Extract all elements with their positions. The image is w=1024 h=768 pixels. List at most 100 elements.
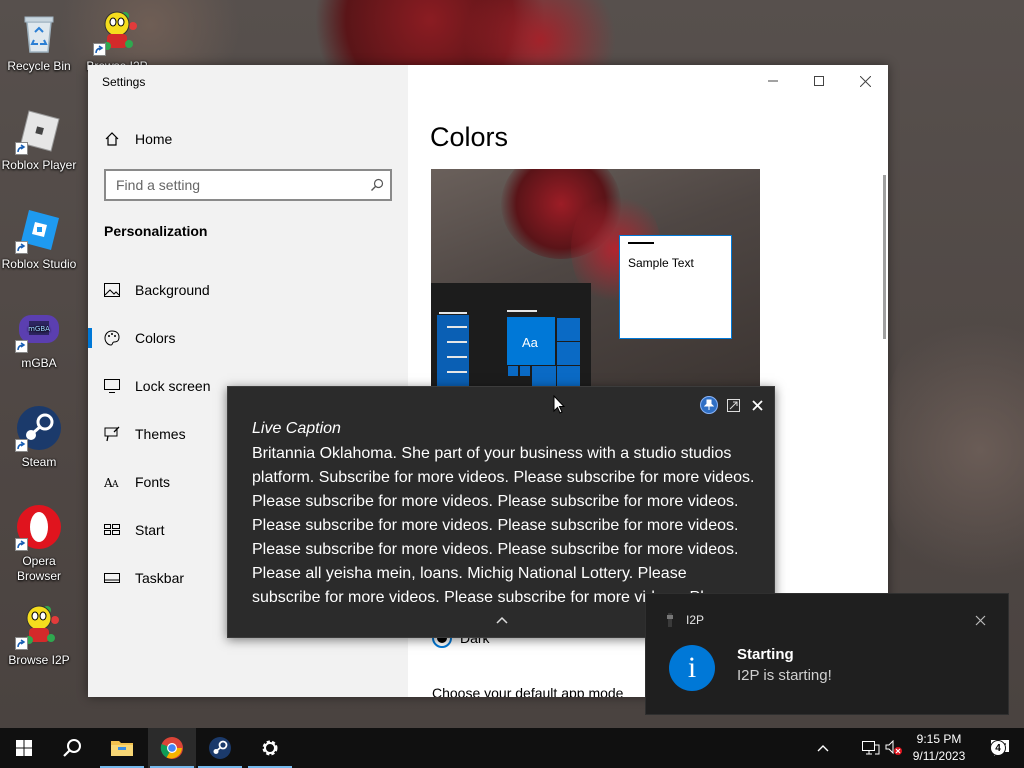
clock-time: 9:15 PM [916,732,962,746]
monitor-icon [104,378,120,394]
svg-text:A: A [111,480,119,489]
action-center-button[interactable]: 4 [980,728,1020,768]
clock-date: 9/11/2023 [912,749,966,763]
page-title: Colors [430,122,509,152]
network-button[interactable] [860,728,882,768]
expand-icon [726,398,740,412]
desktop-icon-steam[interactable]: Steam [0,404,78,470]
i2p-icon [93,8,141,56]
palette-icon [104,330,120,346]
pin-icon [704,399,714,410]
shortcut-arrow-icon [15,538,28,551]
close-button[interactable] [842,65,888,97]
shortcut-arrow-icon [15,241,28,254]
start-icon [16,740,32,756]
desktop-icon-mgba[interactable]: mGBA mGBA [0,305,78,371]
chevron-up-icon [817,745,829,752]
app-mode-label: Choose your default app mode [432,685,624,697]
desktop-icon-label: mGBA [21,356,57,370]
preview-sample-window: Sample Text [619,235,732,339]
maximize-icon [814,76,824,86]
expand-button[interactable] [724,396,742,414]
network-icon [862,741,880,755]
search-input[interactable] [106,171,356,199]
settings-gear-icon [262,740,278,756]
system-clock[interactable]: 9:15 PM 9/11/2023 [903,728,975,768]
shortcut-arrow-icon [15,340,28,353]
taskbar-icon [104,570,120,586]
close-icon [975,615,985,625]
i2p-app-icon [667,613,673,627]
notification-badge: 4 [990,740,1006,756]
sidebar-item-colors[interactable]: Colors [88,316,408,360]
desktop-icon-browse-i2p[interactable]: Browse I2P [0,602,78,668]
info-icon: i [669,645,715,691]
pin-button[interactable] [700,396,718,414]
toast-app-name: I2P [686,613,705,627]
steam-icon [15,404,63,452]
desktop-icon-roblox-studio[interactable]: Roblox Studio [0,206,78,272]
maximize-button[interactable] [796,65,842,97]
content-scrollbar[interactable] [883,175,886,339]
desktop-icon-label: Steam [21,455,57,469]
sidebar-item-label: Themes [135,426,186,442]
toast-message: I2P is starting! [737,667,832,684]
caption-text: Britannia Oklahoma. She part of your bus… [252,445,755,606]
image-icon [104,282,120,298]
svg-text:mGBA: mGBA [28,325,50,333]
search-icon [63,739,81,757]
show-hidden-icons-button[interactable] [810,728,836,768]
toast-close-button[interactable] [972,612,988,628]
sidebar-item-label: Taskbar [135,570,185,586]
desktop-icon-label: Browse I2P [8,653,70,667]
shortcut-arrow-icon [15,439,28,452]
home-icon [105,132,119,146]
section-title: Personalization [104,223,208,239]
minimize-icon [768,80,778,82]
shortcut-arrow-icon [15,142,28,155]
sidebar-item-label: Lock screen [135,378,211,394]
desktop-icon-label: Recycle Bin [7,59,71,73]
toast-title: Starting [737,646,794,663]
sidebar-item-label: Colors [135,330,176,346]
opera-icon [15,503,63,551]
search-icon [371,178,384,191]
roblox-player-icon [15,107,63,155]
file-explorer-button[interactable] [98,728,146,768]
caption-close-button[interactable] [748,396,766,414]
color-preview: Aa Sample Text [431,169,760,415]
mgba-icon: mGBA [15,305,63,353]
start-button[interactable] [0,728,48,768]
search-setting-field[interactable] [104,169,392,201]
steam-taskbar-button[interactable] [196,728,244,768]
sidebar-item-label: Background [135,282,210,298]
home-label: Home [135,131,173,147]
desktop-icon-recycle-bin[interactable]: Recycle Bin [0,8,78,74]
roblox-studio-icon [15,206,63,254]
volume-button[interactable] [884,728,904,768]
minimize-button[interactable] [750,65,796,97]
chevron-up-icon [496,616,508,624]
taskbar: 9:15 PM 9/11/2023 4 [0,728,1024,768]
sidebar-item-background[interactable]: Background [88,268,408,312]
notification-toast[interactable]: I2P i Starting I2P is starting! [645,593,1009,715]
i2p-icon [15,602,63,650]
desktop-icon-label: Roblox Studio [1,257,77,271]
chrome-button[interactable] [148,728,196,768]
preview-sample-text: Sample Text [628,256,694,270]
desktop-icon-label: Roblox Player [1,158,77,172]
caption-collapse-button[interactable] [494,613,510,627]
sidebar-item-label: Fonts [135,474,171,490]
home-nav-item[interactable]: Home [104,129,172,149]
desktop-icon-opera[interactable]: Opera Browser [0,503,78,584]
window-title: Settings [102,75,146,89]
shortcut-arrow-icon [15,637,28,650]
preview-tile-text: Aa [522,335,538,350]
desktop-icon-roblox-player[interactable]: Roblox Player [0,107,78,173]
desktop-icon-label: Opera Browser [16,554,61,583]
settings-taskbar-button[interactable] [246,728,294,768]
mouse-cursor-icon [553,395,565,414]
steam-icon [209,737,231,759]
search-button[interactable] [48,728,96,768]
volume-muted-icon [885,740,902,755]
